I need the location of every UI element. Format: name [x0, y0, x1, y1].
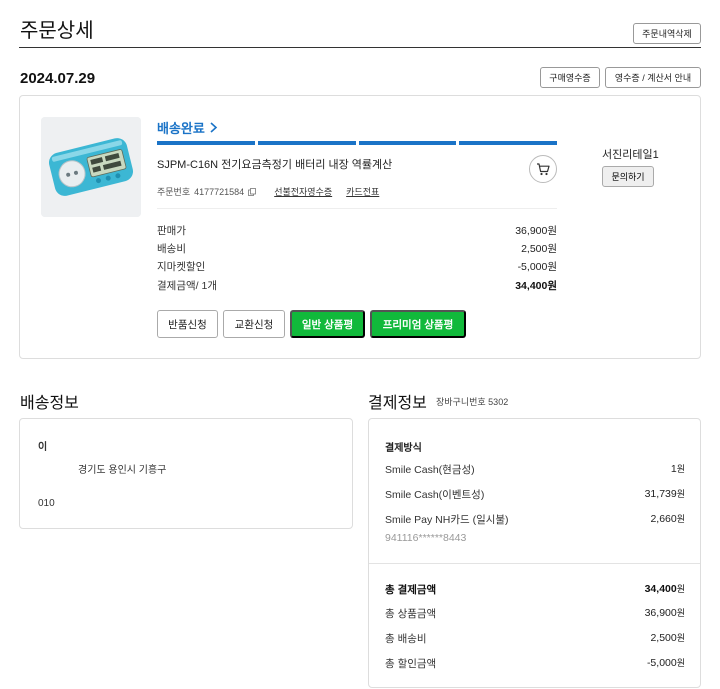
price-row: 배송비 2,500원 [157, 241, 557, 256]
progress-step [257, 141, 356, 145]
card-slip-link[interactable]: 카드전표 [346, 185, 379, 198]
total-row: 총 배송비 2,500원 [385, 631, 685, 646]
currency-unit: 원 [676, 489, 685, 499]
price-row: 지마켓할인 -5,000원 [157, 259, 557, 274]
exchange-request-button[interactable]: 교환신청 [223, 310, 285, 338]
shipping-section-title: 배송정보 [20, 395, 79, 412]
currency-unit: 원 [676, 514, 685, 524]
currency-unit: 원 [676, 584, 685, 594]
order-number-row: 주문번호 4177721584 선불전자영수증 카드전표 [157, 185, 379, 198]
price-value: -5,000원 [517, 261, 557, 273]
delete-order-button[interactable]: 주문내역삭제 [633, 23, 701, 44]
shipping-address: 경기도 용인시 기흥구 [78, 465, 167, 476]
payment-method-amount: 2,660 [650, 513, 677, 525]
price-label: 지마켓할인 [157, 261, 206, 273]
delivery-status-label: 배송완료 [157, 121, 205, 136]
payment-method-row: Smile Cash(이벤트성) 31,739원 [385, 487, 685, 502]
price-row-total: 결제금액/ 1개 34,400원 [157, 278, 557, 293]
total-amount: -5,000 [646, 657, 677, 669]
product-image-icon [41, 117, 141, 217]
add-to-cart-button[interactable] [529, 155, 557, 183]
progress-step [358, 141, 457, 145]
currency-unit: 원 [676, 633, 685, 643]
delivery-status-link[interactable]: 배송완료 [157, 118, 218, 137]
total-row: 총 할인금액 -5,000원 [385, 656, 685, 671]
price-value: 34,400원 [515, 280, 557, 292]
price-label: 판매가 [157, 225, 186, 237]
return-request-button[interactable]: 반품신청 [157, 310, 218, 338]
order-number-label: 주문번호 [157, 187, 191, 197]
price-label: 결제금액/ 1개 [157, 280, 217, 292]
total-label: 총 배송비 [385, 633, 427, 645]
payment-section-title: 결제정보 [368, 395, 427, 412]
total-amount: 34,400 [644, 583, 677, 595]
divider [157, 208, 557, 209]
price-value: 2,500원 [521, 243, 557, 255]
currency-unit: 원 [676, 608, 685, 618]
payment-card: 결제방식 Smile Cash(현금성) 1원 Smile Cash(이벤트성)… [368, 418, 701, 688]
product-thumbnail[interactable] [41, 117, 141, 217]
progress-step [459, 141, 557, 145]
purchase-receipt-button[interactable]: 구매영수증 [540, 67, 600, 88]
price-row: 판매가 36,900원 [157, 223, 557, 238]
seller-name[interactable]: 서진리테일1 [602, 146, 659, 162]
recipient-name: 이 [38, 442, 48, 453]
total-amount: 2,500 [650, 632, 677, 644]
shipping-card: 이 경기도 용인시 기흥구 010 [19, 418, 353, 529]
payment-method-label: 결제방식 [385, 443, 422, 454]
prepaid-receipt-link[interactable]: 선불전자영수증 [274, 185, 332, 198]
price-value: 36,900원 [515, 225, 557, 237]
recipient-phone: 010 [38, 498, 55, 509]
product-name[interactable]: SJPM-C16N 전기요금측정기 배터리 내장 역률계산 [157, 156, 392, 172]
card-number: 941116******8443 [385, 532, 467, 544]
order-number: 4177721584 [194, 186, 245, 197]
total-amount: 36,900 [644, 607, 677, 619]
total-payment-row: 총 결제금액 34,400원 [385, 582, 685, 597]
chevron-right-icon [210, 122, 218, 133]
payment-method-name: Smile Cash(이벤트성) [385, 489, 485, 501]
order-card: 배송완료 SJPM-C16N 전기요금측정기 배터리 내장 역률계산 주문번호 … [19, 95, 701, 359]
payment-method-row: Smile Cash(현금성) 1원 [385, 462, 685, 477]
total-row: 총 상품금액 36,900원 [385, 606, 685, 621]
total-label: 총 결제금액 [385, 584, 437, 596]
payment-method-row: Smile Pay NH카드 (일시불) 2,660원 [385, 512, 685, 527]
write-review-button[interactable]: 일반 상품평 [290, 310, 365, 338]
delivery-progress-bar [157, 141, 557, 145]
currency-unit: 원 [676, 658, 685, 668]
payment-method-amount: 31,739 [644, 488, 677, 500]
currency-unit: 원 [676, 464, 685, 474]
header-divider [19, 47, 701, 48]
order-date: 2024.07.29 [20, 70, 96, 87]
cart-number: 장바구니번호 5302 [436, 397, 509, 407]
payment-method-name: Smile Pay NH카드 (일시불) [385, 514, 509, 526]
total-label: 총 상품금액 [385, 608, 437, 620]
divider [369, 563, 700, 564]
total-label: 총 할인금액 [385, 658, 437, 670]
copy-icon[interactable] [248, 187, 257, 196]
receipt-invoice-guide-button[interactable]: 영수증 / 계산서 안내 [605, 67, 701, 88]
price-label: 배송비 [157, 243, 186, 255]
cart-icon [537, 162, 550, 175]
progress-step [157, 141, 255, 145]
write-premium-review-button[interactable]: 프리미엄 상품평 [370, 310, 466, 338]
page-title: 주문상세 [20, 20, 94, 42]
inquiry-button[interactable]: 문의하기 [602, 166, 654, 187]
payment-method-name: Smile Cash(현금성) [385, 464, 475, 476]
